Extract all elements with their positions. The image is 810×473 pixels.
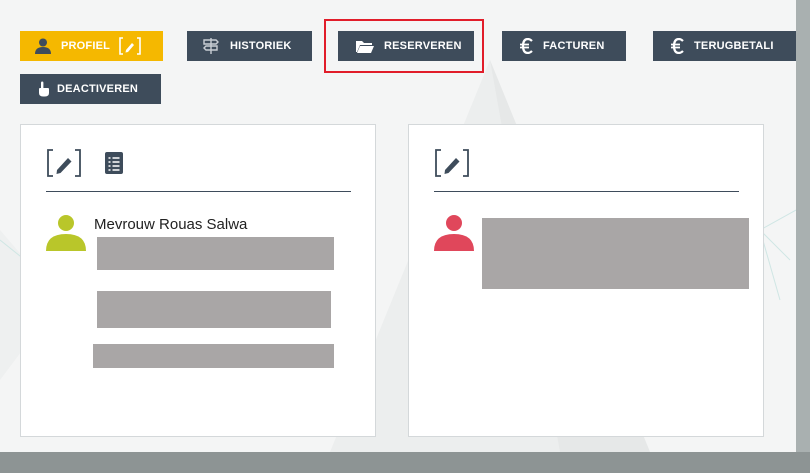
tab-label: FACTUREN xyxy=(543,40,605,52)
app-screen: PROFIEL HISTORIEK RESERVEREN FACTUREN TE… xyxy=(0,0,796,452)
tab-terugbetalingen[interactable]: TERUGBETALI xyxy=(653,31,796,61)
card-toolbar xyxy=(46,148,124,178)
redacted-block xyxy=(97,291,331,328)
redacted-block xyxy=(482,218,749,289)
pointer-hand-icon xyxy=(39,81,49,97)
card-divider xyxy=(46,191,351,192)
tab-label: PROFIEL xyxy=(61,40,111,52)
avatar xyxy=(434,215,474,251)
tab-deactiveren[interactable]: DEACTIVEREN xyxy=(20,74,161,104)
card-toolbar xyxy=(434,148,470,178)
card-divider xyxy=(434,191,739,192)
tab-historiek[interactable]: HISTORIEK xyxy=(187,31,312,61)
window-edge xyxy=(796,0,810,452)
euro-icon xyxy=(520,38,533,54)
signpost-icon xyxy=(203,38,219,54)
list-icon[interactable] xyxy=(104,151,124,175)
edit-icon[interactable] xyxy=(434,148,470,178)
highlight-box xyxy=(324,19,484,73)
tab-profiel[interactable]: PROFIEL xyxy=(20,31,163,61)
redacted-block xyxy=(93,344,334,368)
edit-icon xyxy=(119,37,141,55)
person-name: Mevrouw Rouas Salwa xyxy=(94,216,248,233)
user-icon xyxy=(35,38,51,54)
tab-label: DEACTIVEREN xyxy=(57,83,139,95)
euro-icon xyxy=(671,38,684,54)
tab-facturen[interactable]: FACTUREN xyxy=(502,31,626,61)
profile-card-left: Mevrouw Rouas Salwa xyxy=(20,124,376,437)
edit-icon[interactable] xyxy=(46,148,82,178)
profile-card-right xyxy=(408,124,764,437)
tab-label: TERUGBETALI xyxy=(694,40,774,52)
tab-label: HISTORIEK xyxy=(230,40,292,52)
avatar xyxy=(46,215,86,251)
redacted-block xyxy=(97,237,334,270)
